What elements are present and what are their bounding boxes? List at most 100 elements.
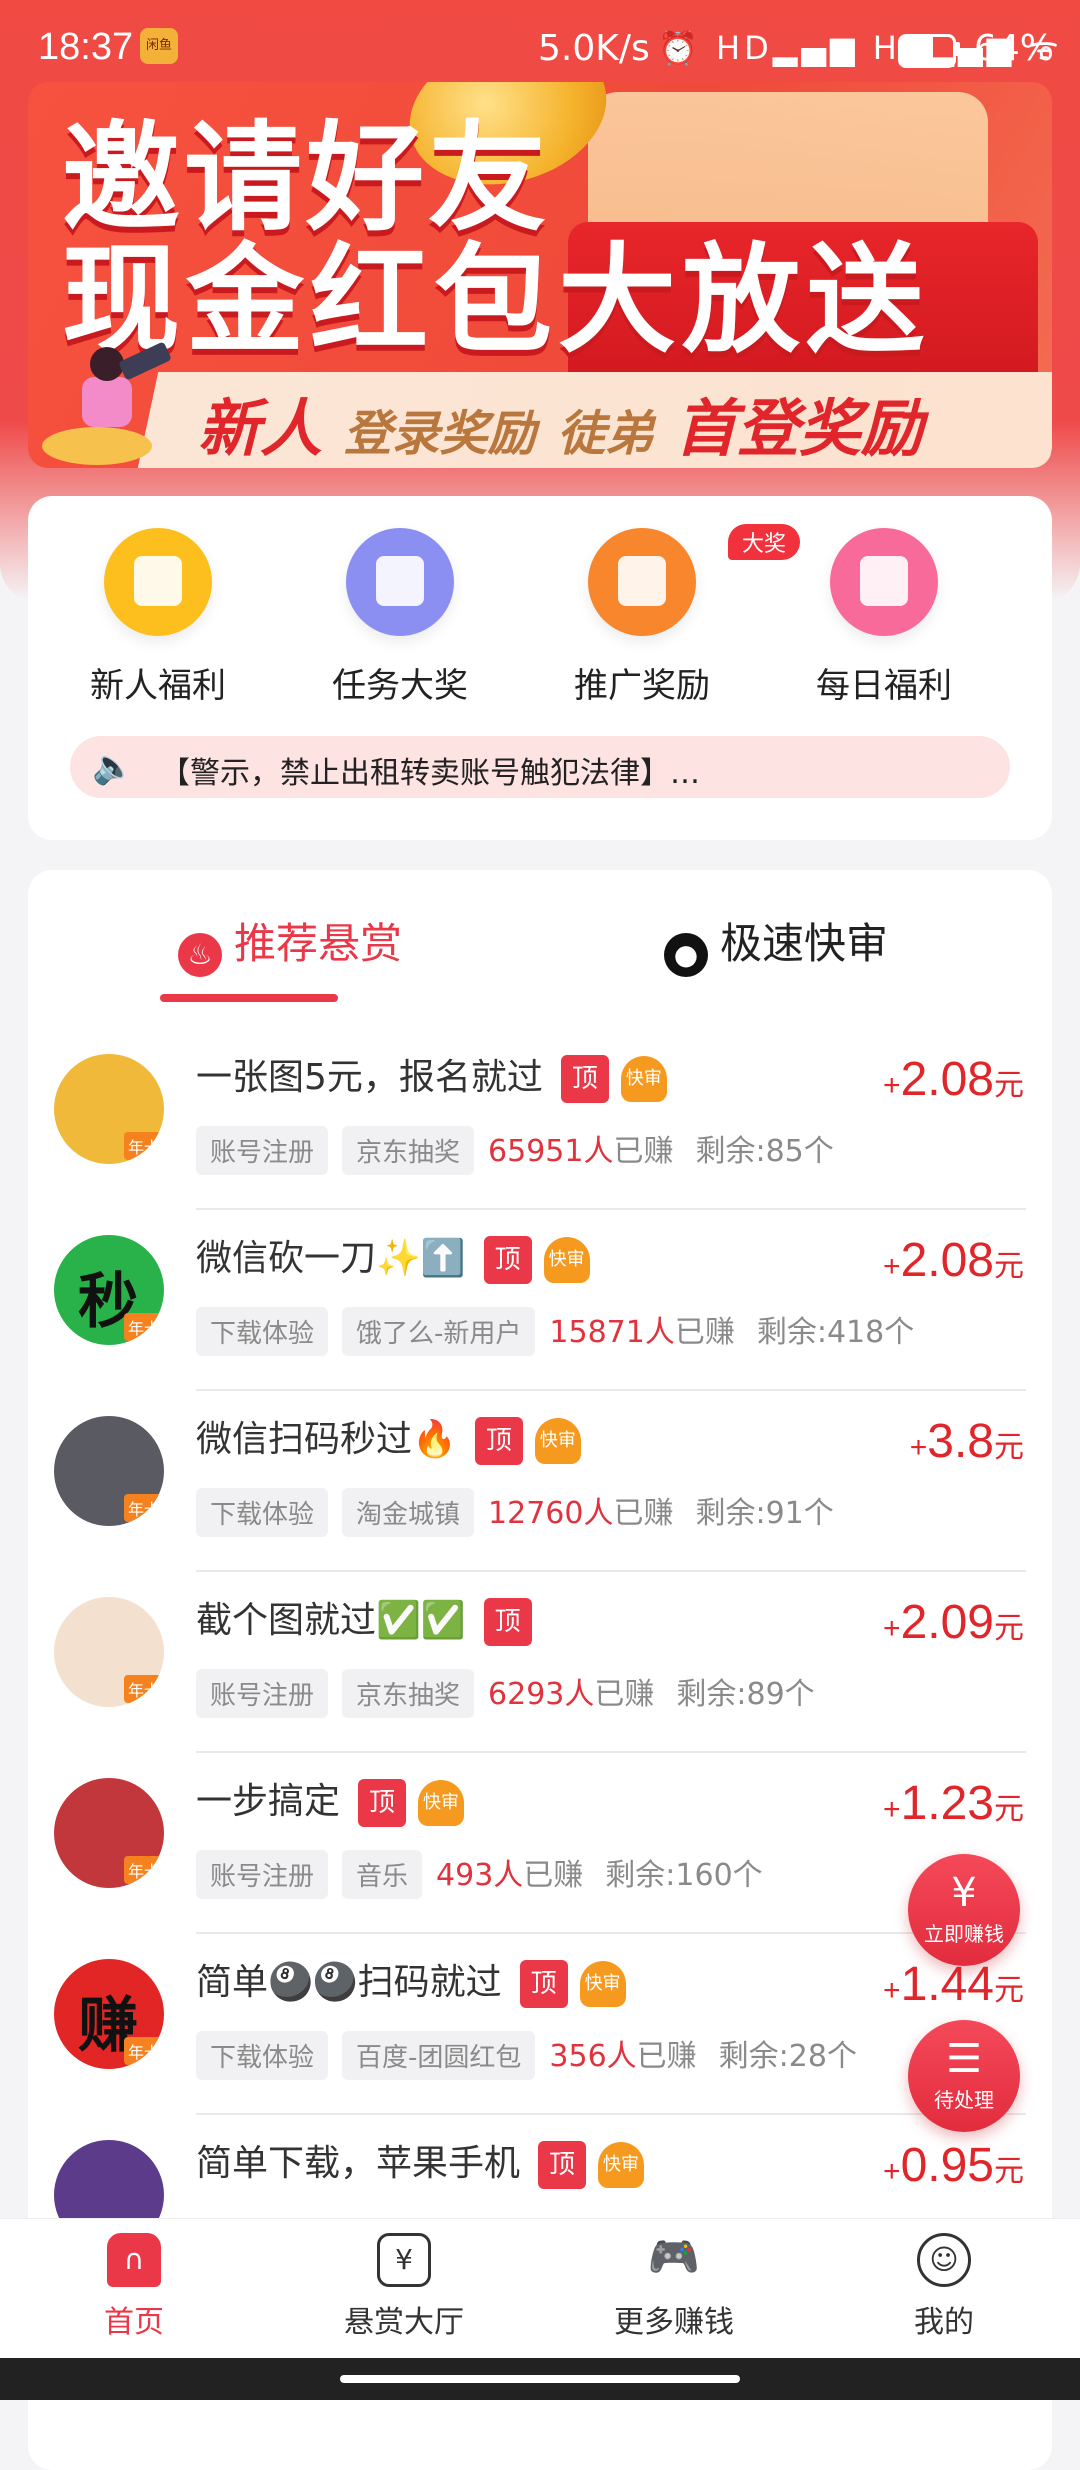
reward-value: 2.08 (900, 1053, 994, 1106)
speaker-icon: 🔈 (92, 747, 135, 787)
reward-value: 0.95 (900, 2139, 994, 2192)
tab-recommended[interactable]: ♨ 推荐悬赏 (178, 910, 402, 977)
pending-label: 待处理 (934, 2088, 994, 2112)
reward-plus: + (883, 1793, 901, 1826)
reward-amount: +2.08元 (883, 1052, 1024, 1107)
nav-label: 更多赚钱 (614, 2305, 734, 2340)
nav-profile[interactable]: ☺ 我的 (844, 2233, 1044, 2341)
app-chip: 音乐 (342, 1850, 423, 1899)
remaining-count: 剩余:89个 (676, 1677, 815, 1712)
nav-more-earning[interactable]: 🎮 更多赚钱 (574, 2233, 774, 2341)
fast-review-tag: 快审 (534, 1418, 581, 1464)
remaining-count: 剩余:160个 (605, 1858, 763, 1893)
reward-amount: +2.08元 (883, 1233, 1024, 1288)
quick-action-task-prize[interactable]: 任务大奖 (300, 528, 500, 707)
pinned-tag: 顶 (358, 1779, 407, 1827)
category-chip: 下载体验 (196, 1488, 329, 1537)
quick-action-daily[interactable]: 每日福利 (784, 528, 984, 707)
task-title-line: 简单下载，苹果手机顶快审 (196, 2134, 645, 2189)
battery-icon (898, 34, 956, 68)
clipboard-icon (346, 528, 454, 636)
tab-fast-review[interactable]: ● 极速快审 (664, 910, 888, 977)
reward-amount: +2.09元 (883, 1595, 1024, 1650)
quick-actions-card: 新人福利 任务大奖 推广奖励 大奖 每日福利 🔈 【警示，禁止出租转卖账号触犯法… (28, 496, 1052, 840)
earned-count: 12760人 (488, 1496, 614, 1531)
pinned-tag: 顶 (519, 1960, 568, 2008)
task-title: 微信扫码秒过🔥 (196, 1419, 457, 1460)
nav-bounty-hall[interactable]: ¥ 悬赏大厅 (304, 2233, 504, 2341)
reward-unit: 元 (994, 1612, 1024, 1645)
task-title-line: 一张图5元，报名就过顶快审 (196, 1048, 667, 1103)
task-avatar: 秒年卡 (54, 1235, 164, 1345)
earned-count: 6293人 (488, 1677, 595, 1712)
battery-tip (955, 42, 960, 56)
app-chip: 京东抽奖 (342, 1126, 475, 1175)
category-chip: 账号注册 (196, 1126, 329, 1175)
task-meta: 账号注册 京东抽奖 65951人已赚 剩余:85个 (196, 1126, 834, 1175)
category-chip: 账号注册 (196, 1669, 329, 1718)
task-row[interactable]: 秒年卡 微信砍一刀✨⬆️ 顶快审下载体验 饿了么-新用户 15871人已赚 剩余:418个… (28, 1211, 1052, 1391)
banner-strip-text: 新人 登录奖励 徒弟 首登奖励 (198, 378, 923, 468)
reward-value: 3.8 (927, 1415, 994, 1468)
chat-bubble-icon: ☰ (946, 2036, 982, 2082)
remaining-count: 剩余:91个 (695, 1496, 834, 1531)
nav-label: 首页 (104, 2305, 164, 2340)
annual-card-badge: 年卡 (123, 2037, 164, 2065)
category-chip: 下载体验 (196, 1307, 329, 1356)
quick-action-label: 新人福利 (90, 666, 226, 706)
task-row[interactable]: 年卡 一步搞定顶快审 账号注册 音乐 493人已赚 剩余:160个 +1.23元 (28, 1754, 1052, 1934)
fast-review-tag: 快审 (579, 1961, 626, 2007)
task-title-line: 简单🎱🎱扫码就过顶快审 (196, 1953, 626, 2008)
system-nav-bar (0, 2358, 1080, 2400)
invite-banner[interactable]: 邀请好友 现金红包大放送 新人 登录奖励 徒弟 首登奖励 (28, 82, 1052, 468)
task-row[interactable]: 年卡 截个图就过✅✅ 顶账号注册 京东抽奖 6293人已赚 剩余:89个 +2.09元 (28, 1573, 1052, 1753)
fast-review-tag: 快审 (543, 1237, 590, 1283)
task-title: 简单🎱🎱扫码就过 (196, 1962, 502, 2003)
task-meta: 下载体验 饿了么-新用户 15871人已赚 剩余:418个 (196, 1307, 914, 1356)
status-time: 18:37 (38, 26, 134, 68)
annual-card-badge: 年卡 (123, 1313, 164, 1341)
earned-suffix: 已赚 (636, 2039, 697, 2074)
task-meta: 账号注册 音乐 493人已赚 剩余:160个 (196, 1850, 763, 1899)
remaining-count: 剩余:418个 (756, 1315, 915, 1350)
nav-label: 我的 (914, 2305, 974, 2340)
bottom-navigation: ∩ 首页 ¥ 悬赏大厅 🎮 更多赚钱 ☺ 我的 (0, 2218, 1080, 2359)
quick-action-promotion[interactable]: 推广奖励 (542, 528, 742, 707)
nav-home[interactable]: ∩ 首页 (34, 2233, 234, 2341)
home-gesture-handle[interactable] (340, 2375, 740, 2383)
app-chip: 百度-团圆红包 (342, 2031, 536, 2080)
network-speed: 5.0K/s (538, 28, 650, 69)
pinned-tag: 顶 (560, 1055, 609, 1103)
task-row[interactable]: 赚年卡 简单🎱🎱扫码就过顶快审 下载体验 百度-团圆红包 356人已赚 剩余:28个 +1.… (28, 1935, 1052, 2115)
fast-review-tag: 快审 (598, 2142, 645, 2188)
earned-suffix: 已赚 (674, 1315, 735, 1350)
reward-plus: + (883, 1069, 901, 1102)
gamepad-icon: 🎮 (647, 2232, 701, 2281)
task-avatar: 年卡 (54, 1416, 164, 1526)
earned-suffix: 已赚 (613, 1496, 674, 1531)
reward-unit: 元 (994, 2155, 1024, 2188)
reward-value: 2.09 (900, 1596, 994, 1649)
reward-amount: +3.8元 (910, 1414, 1024, 1469)
quick-action-newcomer[interactable]: 新人福利 (58, 528, 258, 707)
quick-action-label: 每日福利 (816, 666, 952, 706)
fire-icon: ♨ (178, 933, 222, 977)
earn-now-button[interactable]: ¥ 立即赚钱 (908, 1854, 1020, 1966)
task-row[interactable]: 年卡 微信扫码秒过🔥 顶快审 下载体验 淘金城镇 12760人已赚 剩余:91个 +3.8元 (28, 1392, 1052, 1572)
reward-plus: + (883, 1974, 901, 2007)
task-title: 一步搞定 (196, 1781, 341, 1822)
annual-card-badge: 年卡 (123, 1856, 164, 1884)
notice-bar[interactable]: 🔈 【警示，禁止出租转卖账号触犯法律】… (70, 736, 1010, 798)
task-row[interactable]: 年卡 一张图5元，报名就过顶快审 账号注册 京东抽奖 65951人已赚 剩余:85个 +2.… (28, 1030, 1052, 1210)
task-tabs: ♨ 推荐悬赏 ● 极速快审 (28, 910, 1052, 990)
row-divider (196, 2113, 1026, 2115)
task-title-line: 微信砍一刀✨⬆️ 顶快审 (196, 1229, 590, 1284)
megaphone-girl-illustration (42, 341, 172, 467)
pending-button[interactable]: ☰ 待处理 (908, 2020, 1020, 2132)
task-avatar: 年卡 (54, 1778, 164, 1888)
pinned-tag: 顶 (538, 2141, 587, 2189)
tab-label: 极速快审 (720, 919, 889, 968)
quick-action-label: 任务大奖 (332, 666, 468, 706)
app-chip: 饿了么-新用户 (342, 1307, 536, 1356)
earned-count: 493人 (436, 1858, 524, 1893)
